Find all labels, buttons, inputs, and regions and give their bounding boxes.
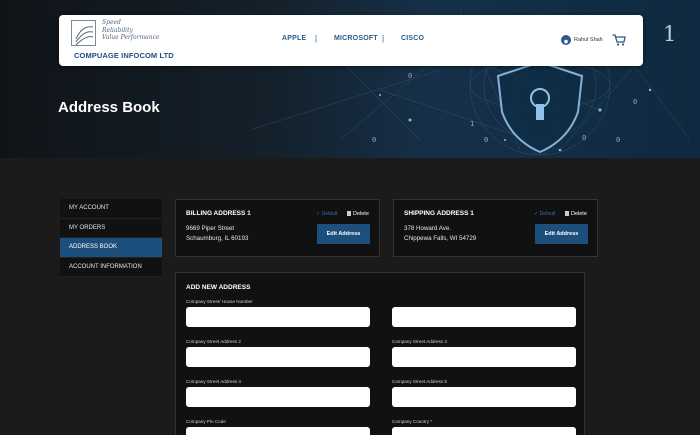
shipping-edit-address-button[interactable]: Edit Address (535, 224, 588, 244)
street-address-3-label: Company Street Address 3 (392, 339, 447, 344)
svg-text:0: 0 (408, 72, 412, 80)
country-label: Company Country * (392, 419, 433, 424)
svg-text:0: 0 (484, 136, 488, 144)
add-address-title: ADD NEW ADDRESS (186, 284, 251, 291)
sidebar-item-account-information[interactable]: ACCOUNT INFORMATION (60, 258, 162, 277)
sidebar-item-address-book[interactable]: ADDRESS BOOK (60, 238, 162, 258)
billing-address-line1: 9669 Piper Street (186, 225, 235, 232)
shipping-delete-label: Delete (571, 211, 587, 217)
company-name[interactable]: COMPUAGE INFOCOM LTD (74, 51, 174, 60)
street-house-number-label: Company Street/ House Number (186, 299, 253, 304)
logo-tagline-line: Speed (102, 19, 121, 26)
street-address-4-input[interactable] (186, 387, 370, 407)
street-address-1-input[interactable] (392, 307, 576, 327)
shipping-default-link[interactable]: ✓ Default (534, 211, 555, 217)
billing-address-card: BILLING ADDRESS 1 9669 Piper Street Scha… (175, 199, 380, 257)
billing-address-line2: Schaumburg, IL 60193 (186, 235, 249, 242)
svg-text:0: 0 (616, 136, 620, 144)
logo-tagline-line: Reliability (102, 26, 133, 34)
street-address-2-input[interactable] (186, 347, 370, 367)
billing-edit-address-button[interactable]: Edit Address (317, 224, 370, 244)
trash-icon (565, 211, 569, 216)
nav-separator: | (315, 34, 318, 43)
company-logo-icon[interactable] (71, 20, 96, 46)
trash-icon (347, 211, 351, 216)
page-title: Address Book (58, 99, 160, 116)
shield-lock-icon (496, 60, 584, 154)
shipping-address-line2: Chippewa Falls, WI 54729 (404, 235, 477, 242)
street-address-5-input[interactable] (392, 387, 576, 407)
logo-tagline-line: Value Performance (102, 34, 160, 41)
sidebar-item-my-orders[interactable]: MY ORDERS (60, 219, 162, 238)
shipping-address-card: SHIPPING ADDRESS 1 378 Howard Ave. Chipp… (393, 199, 598, 257)
nav-separator: | (382, 34, 385, 43)
sidebar-item-my-account[interactable]: MY ACCOUNT (60, 199, 162, 219)
shipping-delete-button[interactable]: Delete (565, 211, 587, 217)
pin-code-input[interactable] (186, 427, 370, 435)
cart-icon[interactable] (612, 33, 626, 46)
add-new-address-form: ADD NEW ADDRESS Company Street/ House Nu… (175, 272, 585, 435)
street-address-4-label: Company Street Address 4 (186, 379, 241, 384)
shipping-address-line1: 378 Howard Ave. (404, 225, 452, 232)
street-address-3-input[interactable] (392, 347, 576, 367)
user-name[interactable]: Rahul Shah (574, 37, 603, 43)
svg-text:1: 1 (470, 120, 474, 128)
street-address-2-label: Company Street Address 2 (186, 339, 241, 344)
pin-code-label: Company Pin Code (186, 419, 226, 424)
nav-cisco[interactable]: CISCO (401, 35, 424, 42)
hero-numeral: 1 (663, 22, 677, 46)
nav-apple[interactable]: APPLE (282, 35, 306, 42)
billing-default-link[interactable]: ✓ Default (316, 211, 337, 217)
billing-address-title: BILLING ADDRESS 1 (186, 210, 251, 217)
street-house-number-input[interactable] (186, 307, 370, 327)
billing-delete-button[interactable]: Delete (347, 211, 369, 217)
shipping-address-title: SHIPPING ADDRESS 1 (404, 210, 474, 217)
street-address-5-label: Company Street Address 5 (392, 379, 447, 384)
logo-tagline: Speed Reliability Value Performance (102, 19, 160, 42)
country-input[interactable] (392, 427, 576, 435)
svg-text:0: 0 (582, 134, 586, 142)
nav-microsoft[interactable]: MICROSOFT (334, 35, 378, 42)
user-avatar-icon[interactable] (561, 35, 571, 47)
svg-text:0: 0 (372, 136, 376, 144)
site-header: Speed Reliability Value Performance COMP… (59, 15, 643, 66)
account-sidebar: MY ACCOUNT MY ORDERS ADDRESS BOOK ACCOUN… (60, 199, 162, 277)
svg-text:0: 0 (633, 98, 637, 106)
billing-delete-label: Delete (353, 211, 369, 217)
